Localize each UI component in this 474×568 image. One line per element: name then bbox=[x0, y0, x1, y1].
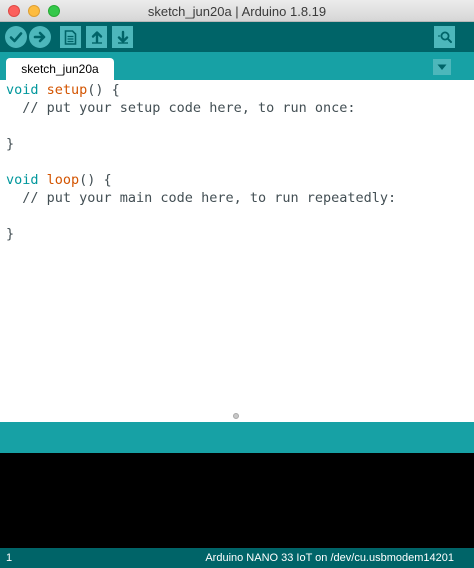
upload-button[interactable] bbox=[29, 26, 51, 48]
tab-sketch[interactable]: sketch_jun20a bbox=[6, 58, 114, 80]
title-bar: sketch_jun20a | Arduino 1.8.19 bbox=[0, 0, 474, 22]
code-editor[interactable]: void setup() { // put your setup code he… bbox=[0, 80, 474, 422]
open-button[interactable] bbox=[86, 26, 107, 48]
board-info: Arduino NANO 33 IoT on /dev/cu.usbmodem1… bbox=[205, 552, 454, 564]
verify-button[interactable] bbox=[5, 26, 27, 48]
serial-monitor-button[interactable] bbox=[434, 26, 455, 48]
code-comment: // put your main code here, to run repea… bbox=[6, 190, 397, 206]
new-sketch-button[interactable] bbox=[60, 26, 81, 48]
arrow-right-icon bbox=[33, 31, 46, 43]
bottom-status-bar: 1 Arduino NANO 33 IoT on /dev/cu.usbmode… bbox=[0, 548, 474, 568]
status-bar bbox=[0, 422, 474, 453]
function-setup: setup bbox=[46, 82, 88, 98]
arrow-down-icon bbox=[117, 30, 128, 44]
console-output[interactable] bbox=[0, 453, 474, 548]
line-number: 1 bbox=[6, 552, 13, 564]
tab-menu-button[interactable] bbox=[433, 59, 451, 75]
magnifier-icon bbox=[437, 31, 452, 43]
save-button[interactable] bbox=[112, 26, 133, 48]
code-line: void loop() { bbox=[6, 171, 474, 189]
code-punct: () { bbox=[87, 82, 120, 98]
toolbar bbox=[0, 22, 474, 52]
keyword-void: void bbox=[6, 82, 39, 98]
code-close-brace: } bbox=[6, 136, 15, 152]
code-close-brace: } bbox=[6, 226, 15, 242]
arrow-up-icon bbox=[91, 31, 102, 44]
tab-bar: sketch_jun20a bbox=[0, 52, 474, 80]
window-title: sketch_jun20a | Arduino 1.8.19 bbox=[147, 4, 327, 19]
resize-handle[interactable] bbox=[233, 413, 239, 419]
code-text: void setup() { // put your setup code he… bbox=[0, 80, 474, 243]
new-file-icon bbox=[64, 29, 77, 45]
function-loop: loop bbox=[46, 172, 80, 188]
keyword-void: void bbox=[6, 172, 39, 188]
code-comment: // put your setup code here, to run once… bbox=[6, 100, 356, 116]
checkmark-icon bbox=[9, 32, 23, 43]
code-punct: () { bbox=[79, 172, 112, 188]
code-line: void setup() { bbox=[6, 81, 474, 99]
triangle-down-icon bbox=[437, 64, 447, 70]
